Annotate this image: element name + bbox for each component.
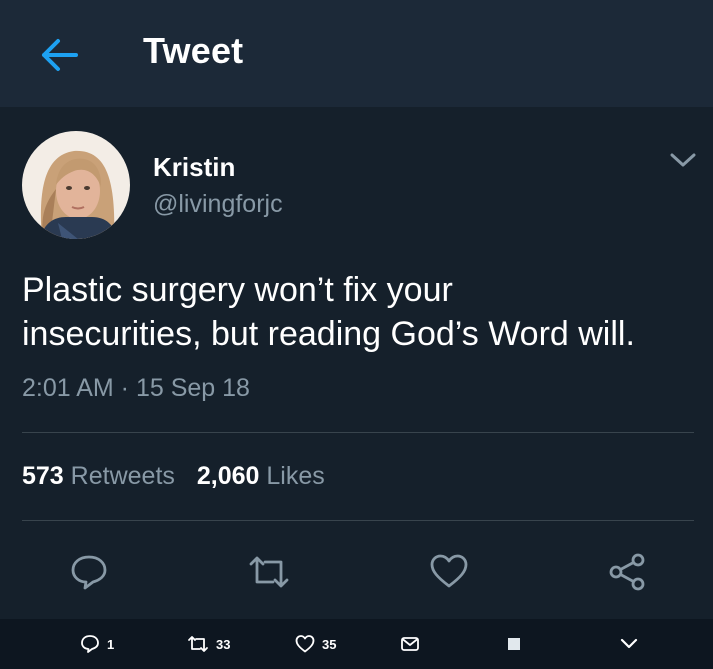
tweet-text-line: insecurities, but reading God’s Word wil…: [22, 315, 635, 353]
retweets-stat[interactable]: 573 Retweets: [22, 462, 175, 491]
share-icon: [609, 553, 645, 591]
retweet-icon: [188, 636, 208, 652]
bottom-like-button[interactable]: 35: [295, 633, 336, 655]
avatar[interactable]: [22, 131, 130, 239]
like-button[interactable]: [427, 545, 471, 599]
page-title: Tweet: [143, 30, 244, 71]
divider: [22, 432, 694, 433]
retweet-button[interactable]: [247, 545, 291, 599]
tweet-stats: 573 Retweets 2,060 Likes: [22, 462, 325, 491]
bottom-square-button[interactable]: [506, 633, 522, 655]
retweets-count: 573: [22, 462, 64, 490]
chevron-down-icon: [620, 638, 638, 649]
likes-label: Likes: [266, 462, 325, 490]
share-button[interactable]: [605, 545, 649, 599]
reply-button[interactable]: [67, 545, 111, 599]
chevron-down-icon: [670, 153, 696, 167]
tweet-text-line: Plastic surgery won’t fix your: [22, 271, 453, 309]
tweet-options-button[interactable]: [668, 148, 698, 172]
tweet-timestamp: 2:01 AM · 15 Sep 18: [22, 374, 250, 402]
bottom-retweet-count: 33: [216, 636, 231, 652]
bottom-bar: 1 33 35: [0, 619, 713, 669]
bottom-reply-button[interactable]: 1: [80, 633, 114, 655]
reply-icon: [71, 555, 107, 590]
likes-count: 2,060: [196, 462, 260, 490]
bottom-message-button[interactable]: [400, 633, 420, 655]
likes-stat[interactable]: 2,060 Likes: [197, 462, 325, 491]
bottom-reply-count: 1: [107, 636, 115, 652]
divider: [22, 520, 694, 521]
arrow-left-icon: [42, 39, 78, 71]
like-icon: [430, 554, 468, 588]
tweet-actions: [0, 545, 713, 599]
square-icon: [508, 638, 520, 650]
like-icon: [295, 635, 315, 653]
author-name[interactable]: Kristin: [153, 152, 235, 183]
author-handle[interactable]: @livingforjc: [153, 190, 283, 219]
tweet-text: Plastic surgery won’t fix your insecurit…: [22, 268, 702, 356]
top-app-bar: Tweet: [0, 0, 713, 107]
bottom-expand-button[interactable]: [620, 633, 638, 655]
back-button[interactable]: [34, 34, 84, 76]
retweet-icon: [249, 556, 289, 588]
envelope-icon: [401, 637, 419, 651]
retweets-label: Retweets: [70, 462, 175, 490]
reply-icon: [81, 635, 99, 653]
bottom-retweet-button[interactable]: 33: [187, 633, 230, 655]
bottom-like-count: 35: [322, 636, 337, 652]
